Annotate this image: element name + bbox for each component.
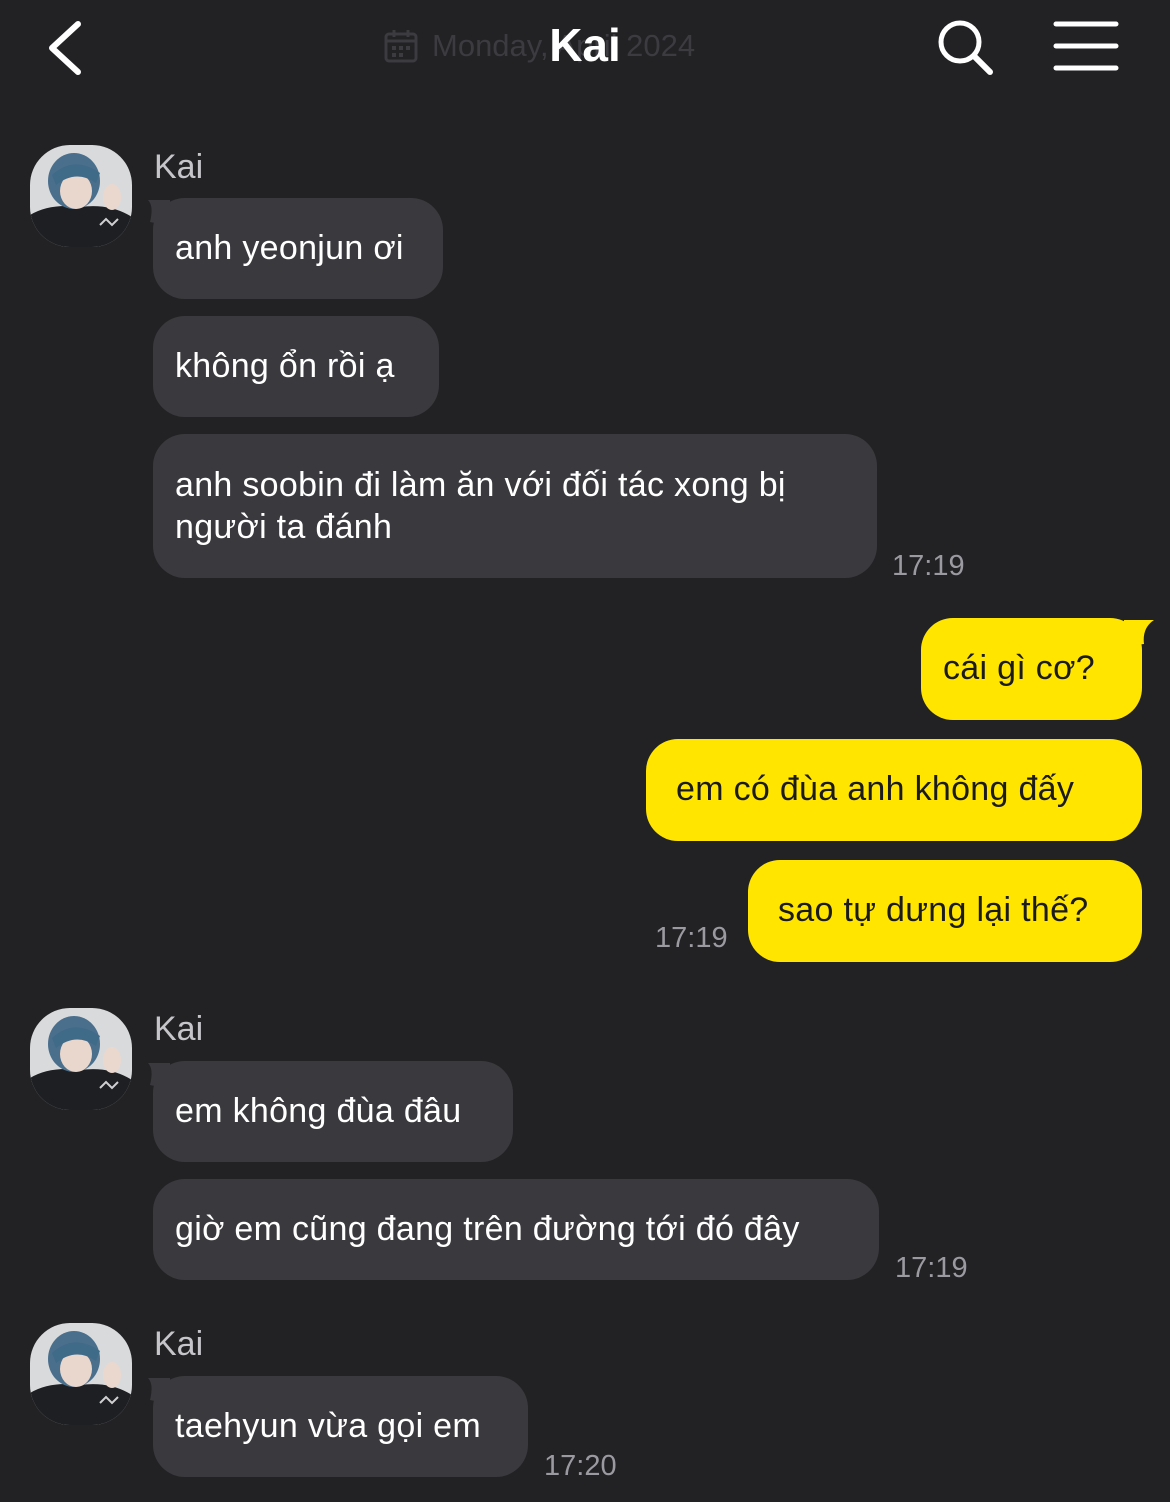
profile-photo bbox=[30, 1008, 132, 1110]
chat-header: Monday, April 2024 Kai bbox=[0, 0, 1170, 100]
message-bubble[interactable]: anh soobin đi làm ăn với đối tác xong bị… bbox=[153, 434, 877, 578]
sender-name: Kai bbox=[154, 148, 204, 186]
search-icon bbox=[938, 20, 993, 75]
message-bubble[interactable]: sao tự dưng lại thế? bbox=[748, 860, 1142, 962]
sender-name: Kai bbox=[154, 1325, 204, 1363]
avatar[interactable] bbox=[30, 145, 132, 247]
sender-name: Kai bbox=[154, 1010, 204, 1048]
message-bubble[interactable]: em có đùa anh không đấy bbox=[646, 739, 1142, 841]
timestamp: 17:20 bbox=[544, 1450, 617, 1482]
profile-photo bbox=[30, 1323, 132, 1425]
search-button[interactable] bbox=[932, 14, 998, 80]
timestamp: 17:19 bbox=[895, 1252, 968, 1284]
timestamp: 17:19 bbox=[892, 550, 965, 582]
message-bubble[interactable]: em không đùa đâu bbox=[153, 1061, 513, 1162]
avatar[interactable] bbox=[30, 1323, 132, 1425]
timestamp: 17:19 bbox=[655, 922, 728, 954]
message-bubble[interactable]: không ổn rồi ạ bbox=[153, 316, 439, 417]
message-bubble[interactable]: anh yeonjun ơi bbox=[153, 198, 443, 299]
message-bubble[interactable]: taehyun vừa gọi em bbox=[153, 1376, 528, 1477]
menu-button[interactable] bbox=[1050, 18, 1122, 74]
profile-photo bbox=[30, 145, 132, 247]
message-bubble[interactable]: giờ em cũng đang trên đường tới đó đây bbox=[153, 1179, 879, 1280]
hamburger-menu-icon bbox=[1053, 21, 1119, 71]
avatar[interactable] bbox=[30, 1008, 132, 1110]
message-bubble[interactable]: cái gì cơ? bbox=[921, 618, 1142, 720]
